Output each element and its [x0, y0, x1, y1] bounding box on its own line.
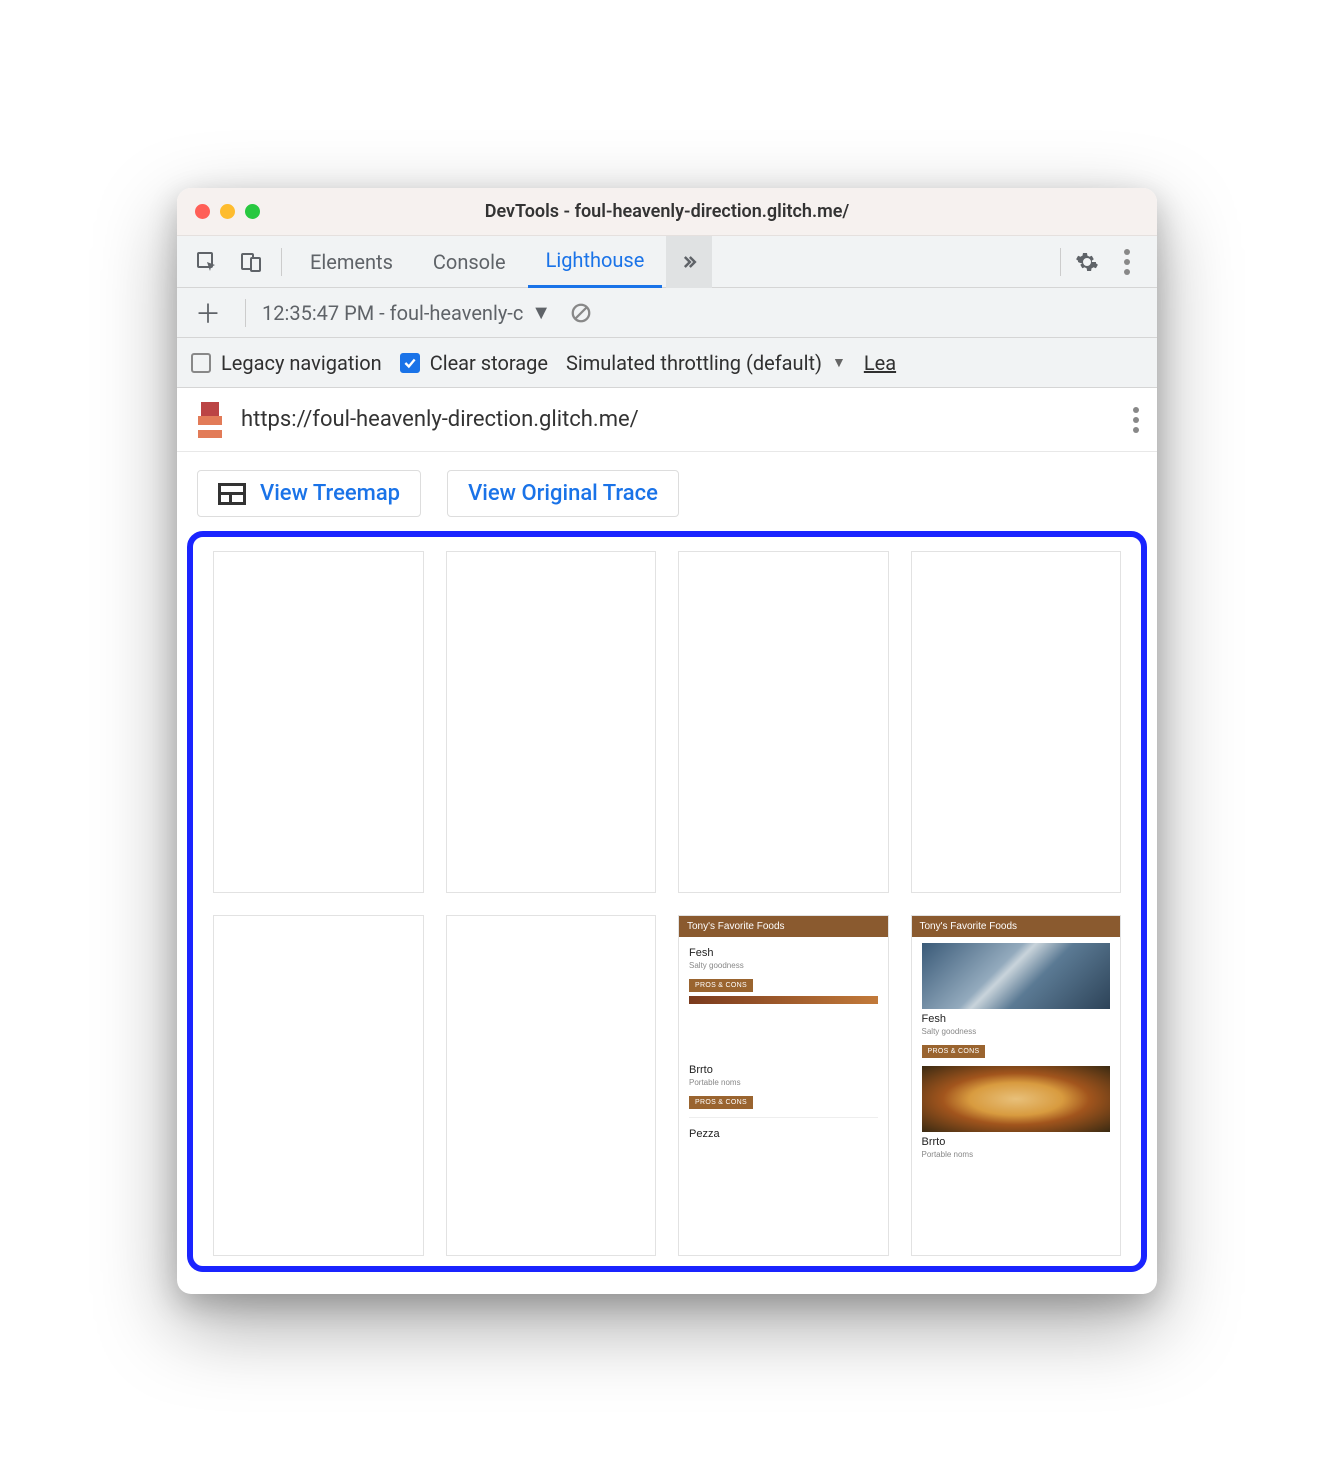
report-select[interactable]: 12:35:47 PM - foul-heavenly-c ▼ — [262, 300, 551, 325]
preview-item-title: Brrto — [922, 1136, 1111, 1148]
checkbox-unchecked-icon[interactable] — [191, 353, 211, 373]
preview-item-btn: PROS & CONS — [689, 1096, 753, 1109]
chevron-down-icon: ▼ — [832, 354, 846, 371]
url-bar: https://foul-heavenly-direction.glitch.m… — [177, 388, 1157, 452]
button-label: View Original Trace — [468, 481, 658, 506]
report-select-label: 12:35:47 PM - foul-heavenly-c — [262, 301, 523, 325]
preview-image — [922, 1066, 1111, 1132]
filmstrip: Tony's Favorite Foods Fesh Salty goodnes… — [213, 551, 1121, 1256]
preview-item-title: Fesh — [689, 947, 878, 959]
preview-item-sub: Salty goodness — [689, 961, 878, 970]
preview-item-title: Fesh — [922, 1013, 1111, 1025]
divider — [245, 299, 246, 327]
report-actions: View Treemap View Original Trace — [177, 452, 1157, 525]
inspect-icon[interactable] — [187, 242, 227, 282]
report-url: https://foul-heavenly-direction.glitch.m… — [241, 407, 1117, 432]
preview-item-btn: PROS & CONS — [689, 979, 753, 992]
filmstrip-frame[interactable] — [446, 915, 657, 1256]
tab-elements[interactable]: Elements — [292, 236, 411, 288]
filmstrip-frame[interactable] — [213, 915, 424, 1256]
filmstrip-frame[interactable]: Tony's Favorite Foods Fesh Salty goodnes… — [911, 915, 1122, 1256]
filmstrip-frame[interactable] — [446, 551, 657, 892]
report-menu-icon[interactable] — [1133, 407, 1139, 433]
gear-icon[interactable] — [1067, 242, 1107, 282]
preview-header: Tony's Favorite Foods — [679, 916, 888, 937]
tab-lighthouse[interactable]: Lighthouse — [528, 236, 663, 288]
more-tabs-button[interactable] — [666, 236, 712, 288]
window-title: DevTools - foul-heavenly-direction.glitc… — [177, 201, 1157, 222]
filmstrip-highlight: Tony's Favorite Foods Fesh Salty goodnes… — [187, 531, 1147, 1272]
preview-image — [922, 943, 1111, 1009]
option-throttling[interactable]: Simulated throttling (default) ▼ — [566, 351, 846, 375]
preview-item-sub: Portable noms — [922, 1150, 1111, 1159]
options-bar: Legacy navigation Clear storage Simulate… — [177, 338, 1157, 388]
device-toggle-icon[interactable] — [231, 242, 271, 282]
preview-image-placeholder — [689, 996, 878, 1004]
option-legacy-navigation[interactable]: Legacy navigation — [191, 351, 382, 375]
chevron-down-icon: ▼ — [531, 300, 551, 325]
tab-console[interactable]: Console — [415, 236, 524, 288]
preview-item-title: Brrto — [689, 1064, 878, 1076]
view-treemap-button[interactable]: View Treemap — [197, 470, 421, 517]
divider — [1060, 248, 1061, 276]
lighthouse-icon — [195, 402, 225, 438]
checkbox-checked-icon[interactable] — [400, 353, 420, 373]
report-run-bar: ＋ 12:35:47 PM - foul-heavenly-c ▼ — [177, 288, 1157, 338]
tab-bar: Elements Console Lighthouse — [177, 236, 1157, 288]
divider — [281, 248, 282, 276]
option-label: Simulated throttling (default) — [566, 351, 822, 375]
preview-item-title: Pezza — [689, 1128, 878, 1140]
kebab-icon[interactable] — [1107, 242, 1147, 282]
page-preview: Tony's Favorite Foods Fesh Salty goodnes… — [912, 916, 1121, 1255]
page-preview: Tony's Favorite Foods Fesh Salty goodnes… — [679, 916, 888, 1255]
treemap-icon — [218, 483, 246, 505]
option-label: Legacy navigation — [221, 351, 382, 375]
preview-item-sub: Portable noms — [689, 1078, 878, 1087]
option-label: Clear storage — [430, 351, 548, 375]
filmstrip-frame[interactable] — [213, 551, 424, 892]
preview-header: Tony's Favorite Foods — [912, 916, 1121, 937]
filmstrip-frame[interactable] — [911, 551, 1122, 892]
filmstrip-frame[interactable] — [678, 551, 889, 892]
new-report-button[interactable]: ＋ — [187, 294, 229, 331]
option-clear-storage[interactable]: Clear storage — [400, 351, 548, 375]
devtools-window: DevTools - foul-heavenly-direction.glitc… — [177, 188, 1157, 1294]
learn-more-link[interactable]: Lea — [864, 351, 896, 375]
view-original-trace-button[interactable]: View Original Trace — [447, 470, 679, 517]
preview-item-btn: PROS & CONS — [922, 1045, 986, 1058]
filmstrip-frame[interactable]: Tony's Favorite Foods Fesh Salty goodnes… — [678, 915, 889, 1256]
button-label: View Treemap — [260, 481, 400, 506]
clear-icon[interactable] — [561, 293, 601, 333]
titlebar: DevTools - foul-heavenly-direction.glitc… — [177, 188, 1157, 236]
preview-item-sub: Salty goodness — [922, 1027, 1111, 1036]
